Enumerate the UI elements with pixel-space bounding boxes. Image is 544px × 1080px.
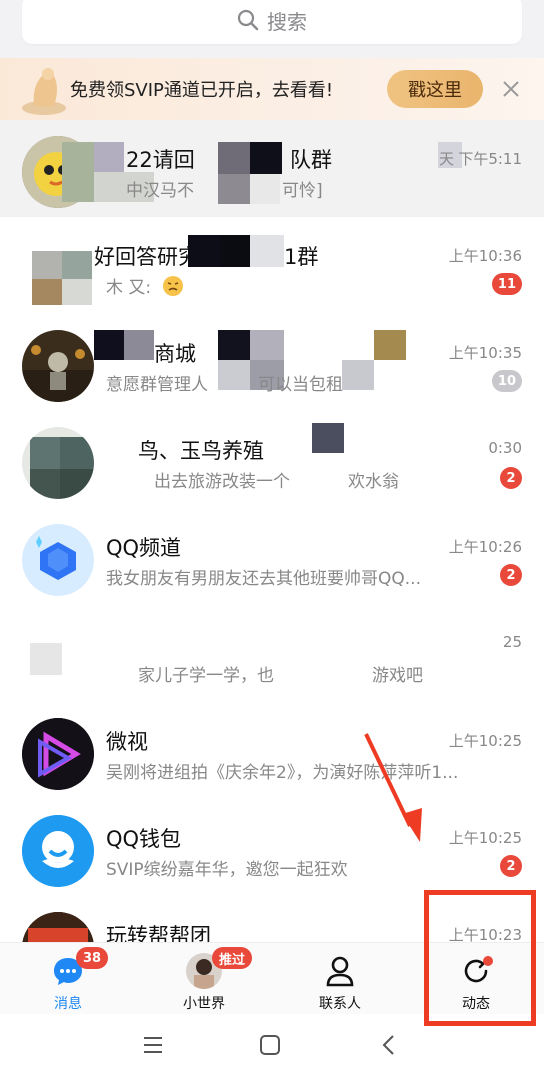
- unread-badge: 10: [491, 370, 522, 392]
- blur-mosaic: [218, 142, 250, 174]
- unread-badge: 11: [491, 273, 522, 295]
- blur-mosaic: [218, 174, 250, 204]
- weishi-icon: [22, 718, 94, 790]
- tab-small-world-label: 小世界: [183, 996, 225, 1012]
- timestamp: 0:30: [488, 439, 522, 457]
- chat-preview: 出去旅游改装一个: [154, 472, 290, 492]
- list-item[interactable]: QQ频道 我女朋友有男朋友还去其他班要帅哥QQ... 上午10:26 2: [0, 508, 544, 605]
- chat-title: 好回答研究: [94, 245, 199, 269]
- chat-title-tail: 1群: [284, 245, 319, 269]
- blur-mosaic: [218, 330, 250, 360]
- blur-mosaic: [250, 174, 280, 204]
- avatar: [22, 815, 94, 887]
- search-placeholder: 搜索: [267, 9, 307, 34]
- qq-channel-icon: [22, 524, 94, 596]
- unread-badge: 2: [500, 855, 522, 877]
- timestamp: 上午10:36: [448, 247, 522, 265]
- banner-text: 免费领SVIP通道已开启，去看看!: [70, 80, 334, 101]
- svip-promo-banner[interactable]: 免费领SVIP通道已开启，去看看! 戳这里: [0, 58, 544, 120]
- unread-count-badge: 38: [76, 947, 109, 969]
- blur-mosaic: [250, 330, 284, 360]
- blur-mosaic: [218, 360, 250, 390]
- blur-mosaic: [94, 330, 124, 360]
- unread-badge: 2: [500, 564, 522, 586]
- time-prefix: 天: [438, 150, 454, 168]
- blur-mosaic: [250, 142, 282, 174]
- list-item[interactable]: 微视 吴刚将进组拍《庆余年2》，为演好陈萍萍听1... 上午10:25: [0, 702, 544, 799]
- person-icon: [322, 953, 358, 989]
- chat-preview: 吴刚将进组拍《庆余年2》，为演好陈萍萍听1...: [106, 763, 459, 783]
- blur-mosaic: [188, 235, 220, 267]
- unread-badge: 2: [500, 467, 522, 489]
- list-item[interactable]: QQ钱包 SVIP缤纷嘉年华，邀您一起狂欢 上午10:25 2: [0, 799, 544, 896]
- chat-preview: 可以当包租: [258, 375, 343, 395]
- avatar: [22, 330, 94, 402]
- annotation-highlight-box: [424, 890, 536, 1026]
- chat-title: 22请回: [126, 148, 195, 172]
- search-input[interactable]: 搜索: [22, 0, 522, 44]
- tab-messages-label: 消息: [54, 996, 82, 1012]
- blur-mosaic: [342, 360, 374, 390]
- timestamp: 上午10:25: [448, 829, 522, 847]
- avatar: [22, 233, 94, 305]
- close-icon[interactable]: [498, 76, 524, 102]
- blur-mosaic: [124, 330, 154, 360]
- qq-wallet-icon: [22, 815, 94, 887]
- tab-contacts-label: 联系人: [319, 996, 361, 1012]
- timestamp: 上午10:26: [448, 538, 522, 556]
- avatar: [22, 718, 94, 790]
- promo-badge: 推过: [212, 947, 253, 969]
- promo-figure-icon: [22, 68, 66, 115]
- timestamp: 下午5:11: [458, 150, 522, 168]
- list-item[interactable]: 好回答研究 1群 木 又: 上午10:36 11: [0, 217, 544, 314]
- blur-mosaic: [94, 142, 124, 172]
- blur-mosaic: [220, 235, 250, 267]
- timestamp: 上午10:35: [448, 344, 522, 362]
- search-icon: [237, 9, 259, 31]
- timestamp: 25: [502, 633, 522, 651]
- chat-title: QQ频道: [106, 536, 182, 560]
- list-item[interactable]: 鸟、玉鸟养殖 出去旅游改装一个 欢水翁 0:30 2: [0, 411, 544, 508]
- list-item[interactable]: 家儿子学一学，也 游戏吧 25: [0, 605, 544, 702]
- chat-preview: 家儿子学一学，也: [138, 666, 274, 686]
- menu-icon[interactable]: [142, 1034, 164, 1056]
- avatar: [22, 524, 94, 596]
- timestamp: 上午10:25: [448, 732, 522, 750]
- blur-mosaic: [374, 330, 406, 360]
- avatar: [22, 427, 94, 499]
- chat-preview: 中汉马不: [126, 181, 194, 201]
- blur-mosaic: [312, 423, 344, 453]
- home-icon[interactable]: [259, 1034, 281, 1056]
- chat-preview: SVIP缤纷嘉年华，邀您一起狂欢: [106, 860, 348, 880]
- chat-title: 商城: [154, 342, 196, 366]
- banner-go-button[interactable]: 戳这里: [387, 70, 483, 108]
- chat-preview: 欢水翁: [348, 472, 399, 492]
- tab-contacts[interactable]: 联系人: [272, 943, 408, 1015]
- chat-preview: 可怜]: [282, 181, 323, 201]
- chat-title-tail: 队群: [290, 148, 332, 172]
- chat-title: 鸟、玉鸟养殖: [138, 439, 264, 463]
- chat-preview: 木 又:: [106, 278, 152, 298]
- avatar: [22, 621, 94, 693]
- angry-emoji-icon: [163, 276, 183, 296]
- chat-preview: 游戏吧: [372, 666, 423, 686]
- chat-preview: 意愿群管理人: [106, 375, 208, 395]
- tab-messages[interactable]: 38 消息: [0, 943, 136, 1015]
- blur-mosaic: [62, 142, 94, 202]
- blur-mosaic: [250, 235, 284, 267]
- list-item[interactable]: 22请回 队群 中汉马不 可怜] 天 下午5:11: [0, 120, 544, 217]
- chat-preview: 我女朋友有男朋友还去其他班要帅哥QQ...: [106, 569, 421, 589]
- back-icon[interactable]: [378, 1034, 400, 1056]
- tab-small-world[interactable]: 推过 小世界: [136, 943, 272, 1015]
- message-bubble-icon: 38: [50, 947, 109, 989]
- chat-title: 微视: [106, 730, 148, 754]
- chat-title: QQ钱包: [106, 827, 182, 851]
- list-item[interactable]: 商城 意愿群管理人 可以当包租 上午10:35 10: [0, 314, 544, 411]
